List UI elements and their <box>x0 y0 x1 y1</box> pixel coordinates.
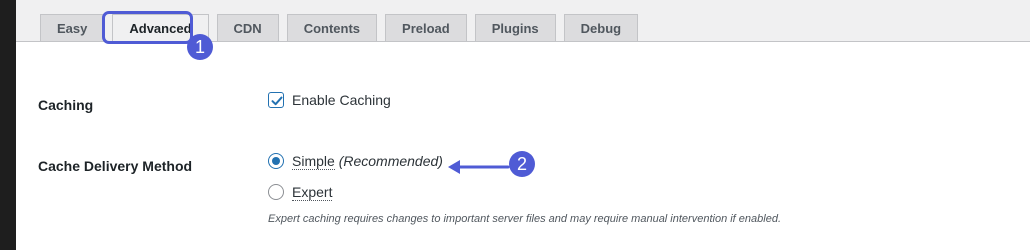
tab-plugins[interactable]: Plugins <box>474 14 556 42</box>
enable-caching-checkbox[interactable] <box>268 92 284 108</box>
expert-option-label[interactable]: Expert <box>292 184 333 201</box>
advanced-settings-content: Caching Enable Caching Cache Delivery Me… <box>16 42 1030 250</box>
tab-debug[interactable]: Debug <box>563 14 639 42</box>
cache-delivery-method-label: Cache Delivery Method <box>38 158 193 174</box>
expert-radio[interactable] <box>268 184 284 200</box>
advanced-tab-highlight <box>102 11 193 44</box>
tab-contents[interactable]: Contents <box>286 14 378 42</box>
enable-caching-label[interactable]: Enable Caching <box>292 92 391 108</box>
tab-preload[interactable]: Preload <box>385 14 467 42</box>
arrow-icon <box>448 160 510 174</box>
checkmark-icon <box>271 96 283 106</box>
tab-cdn[interactable]: CDN <box>216 14 279 42</box>
simple-radio[interactable] <box>268 153 284 169</box>
recommended-label: (Recommended) <box>338 153 443 169</box>
simple-option-label[interactable]: Simple (Recommended) <box>292 153 443 170</box>
expert-label: Expert <box>292 184 333 201</box>
expert-caching-note: Expert caching requires changes to impor… <box>268 213 781 225</box>
tab-easy[interactable]: Easy <box>40 14 105 42</box>
caching-label: Caching <box>38 97 94 113</box>
simple-label: Simple <box>292 153 335 170</box>
step-2-badge: 2 <box>509 151 535 177</box>
step-1-badge: 1 <box>187 34 213 60</box>
